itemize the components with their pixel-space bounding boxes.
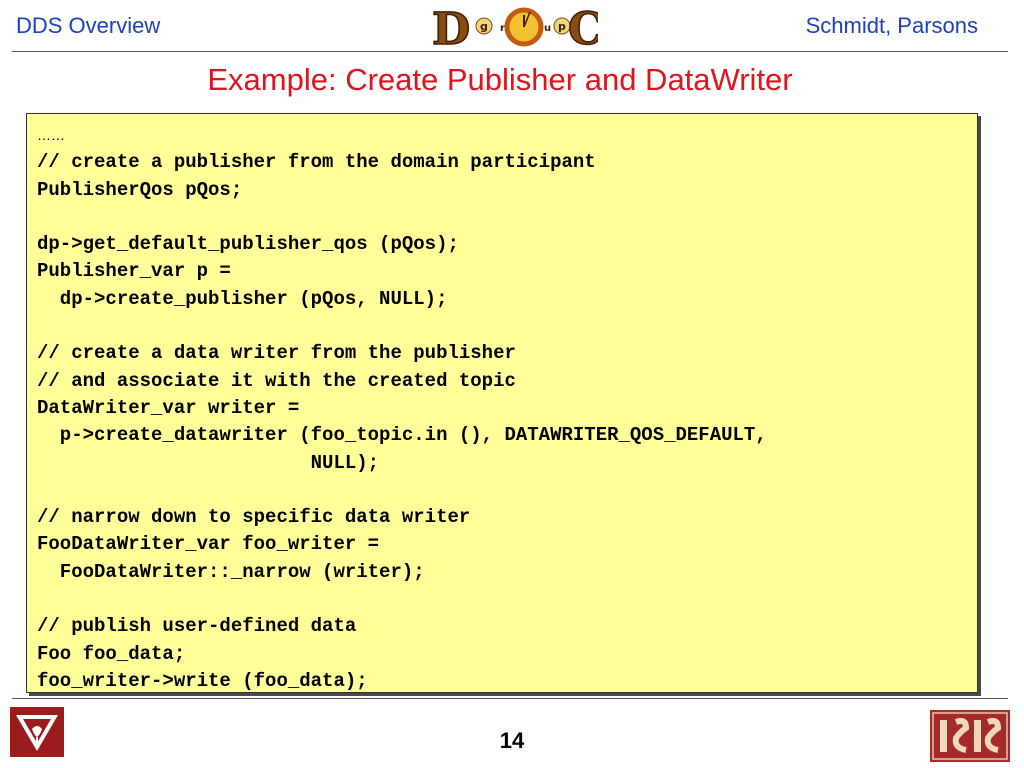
code-line: foo_writer->write (foo_data); <box>37 669 368 692</box>
code-line: dp->get_default_publisher_qos (pQos); <box>37 233 459 256</box>
code-line: // publish user-defined data <box>37 615 357 638</box>
logo-letter-u: u <box>544 23 551 34</box>
code-line: NULL); <box>37 451 380 474</box>
code-line: …… <box>37 127 65 143</box>
code-box: …… // create a publisher from the domain… <box>26 113 978 693</box>
logo-letter-p: p <box>558 20 566 33</box>
code-line: PublisherQos pQos; <box>37 178 243 201</box>
isis-logo-icon <box>930 710 1010 762</box>
header-authors: Schmidt, Parsons <box>805 13 978 38</box>
code-line: // and associate it with the created top… <box>37 369 516 392</box>
code-line: FooDataWriter_var foo_writer = <box>37 533 380 556</box>
header-course-title: DDS Overview <box>16 13 161 38</box>
logo-letter-c: C <box>568 4 598 50</box>
code-line: Publisher_var p = <box>37 260 231 283</box>
code-listing: …… // create a publisher from the domain… <box>37 122 767 695</box>
logo-letter-g: g <box>480 20 488 33</box>
code-line: // create a publisher from the domain pa… <box>37 151 596 174</box>
code-line: Foo foo_data; <box>37 642 186 665</box>
code-line: p->create_datawriter (foo_topic.in (), D… <box>37 424 767 447</box>
header-divider <box>12 51 1008 52</box>
code-line: // create a data writer from the publish… <box>37 342 516 365</box>
doc-group-logo-icon: D g r o u p C <box>431 4 598 50</box>
logo-letter-d: D <box>432 4 470 50</box>
page-number: 14 <box>499 728 525 753</box>
code-line: DataWriter_var writer = <box>37 396 300 419</box>
code-line: FooDataWriter::_narrow (writer); <box>37 560 425 583</box>
code-line: dp->create_publisher (pQos, NULL); <box>37 287 448 310</box>
footer-divider <box>12 698 1008 699</box>
slide-title: Example: Create Publisher and DataWriter <box>207 62 793 97</box>
logo-letter-r: r <box>500 23 505 34</box>
code-line: // narrow down to specific data writer <box>37 506 471 529</box>
